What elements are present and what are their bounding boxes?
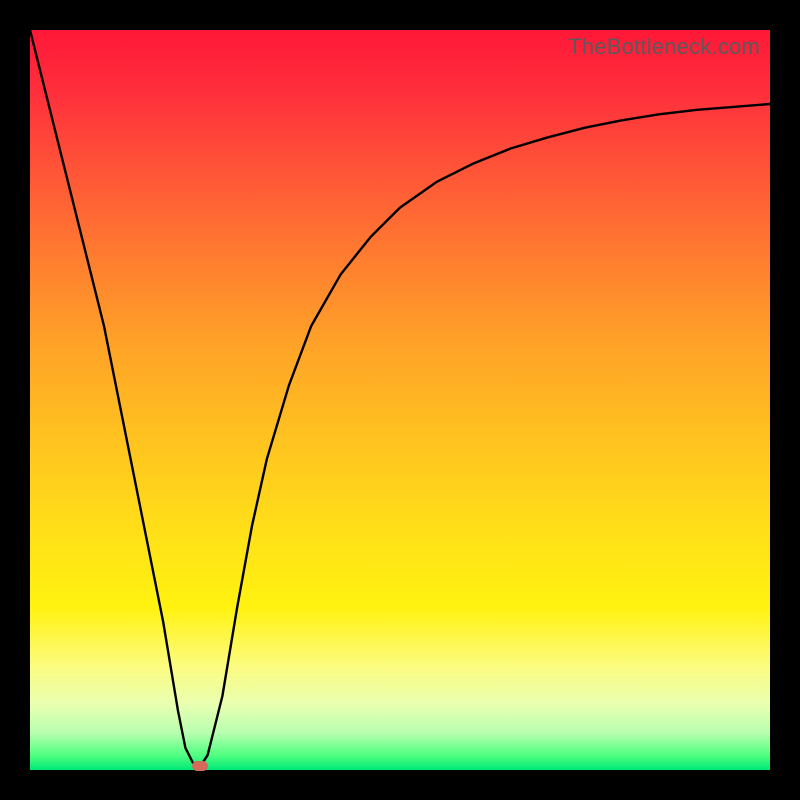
optimal-point-marker xyxy=(192,761,208,771)
plot-area: TheBottleneck.com xyxy=(30,30,770,770)
bottleneck-curve xyxy=(30,30,770,770)
